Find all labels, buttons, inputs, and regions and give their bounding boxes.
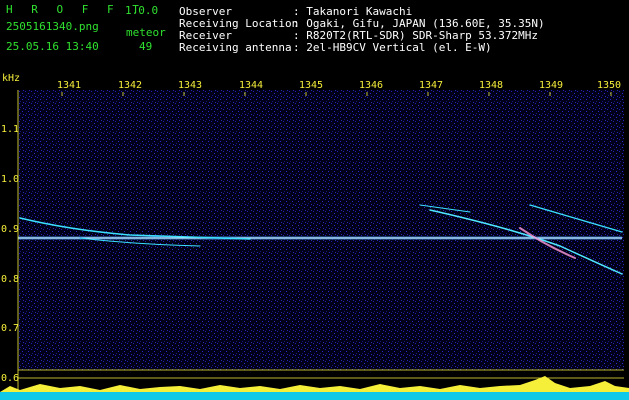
y-axis-unit: kHz xyxy=(2,73,21,84)
info-value-receiver: : R820T2(RTL-SDR) SDR-Sharp 53.372MHz xyxy=(293,29,539,42)
x-tick-label: 1347 xyxy=(419,80,444,91)
info-label-antenna: Receiving antenna xyxy=(179,41,292,54)
x-tick-label: 1348 xyxy=(479,80,504,91)
meteor-count: 49 xyxy=(139,40,153,53)
info-value-location: : Ogaki, Gifu, JAPAN (136.60E, 35.35N) xyxy=(293,17,545,30)
x-tick-label: 1350 xyxy=(597,80,622,91)
x-tick-label: 1344 xyxy=(239,80,264,91)
info-label-location: Receiving Location xyxy=(179,17,299,30)
y-tick-label: 0.8 xyxy=(1,274,20,285)
app-version: 1.0.0 xyxy=(125,4,159,17)
y-tick-label: 0.6 xyxy=(1,373,20,384)
info-label-observer: Observer xyxy=(179,5,232,18)
capture-datetime: 25.05.16 13:40 xyxy=(6,40,99,53)
x-tick-label: 1349 xyxy=(539,80,564,91)
hroft-window: H R O F F T 1.0.0 2505161340.png meteor … xyxy=(0,0,629,400)
info-value-observer: : Takanori Kawachi xyxy=(293,5,413,18)
x-tick-label: 1341 xyxy=(57,80,82,91)
signal-strength-bar xyxy=(0,376,629,400)
y-tick-label: 1.1 xyxy=(1,124,20,135)
x-tick-label: 1343 xyxy=(178,80,203,91)
info-value-antenna: : 2el-HB9CV Vertical (el. E-W) xyxy=(293,41,492,54)
x-tick-label: 1345 xyxy=(299,80,324,91)
y-tick-label: 1.0 xyxy=(1,174,20,185)
meteor-label: meteor xyxy=(126,26,166,39)
y-tick-label: 0.7 xyxy=(1,323,20,334)
x-tick-label: 1342 xyxy=(118,80,143,91)
spectrogram xyxy=(0,90,629,400)
x-tick-label: 1346 xyxy=(359,80,384,91)
info-label-receiver: Receiver xyxy=(179,29,232,42)
spectrogram-noise-area xyxy=(18,90,624,370)
file-name: 2505161340.png xyxy=(6,20,99,33)
y-tick-label: 0.9 xyxy=(1,224,20,235)
